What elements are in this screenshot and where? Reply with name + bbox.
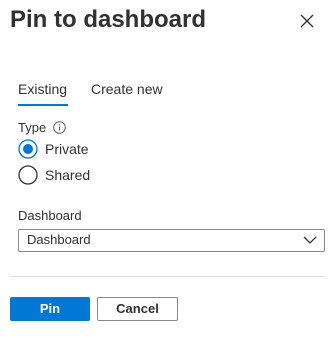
radio-private-label: Private xyxy=(45,141,89,157)
dashboard-select-value: Dashboard xyxy=(27,232,91,247)
radio-unselected-indicator xyxy=(18,165,38,185)
tab-existing[interactable]: Existing xyxy=(18,80,67,98)
pin-button[interactable]: Pin xyxy=(10,297,90,321)
footer-divider xyxy=(10,276,325,277)
tab-selected-indicator xyxy=(18,104,68,106)
close-icon xyxy=(300,14,314,28)
dashboard-select[interactable]: Dashboard xyxy=(18,229,325,252)
tab-create-new[interactable]: Create new xyxy=(91,80,163,98)
dashboard-label: Dashboard xyxy=(18,208,82,223)
cancel-button[interactable]: Cancel xyxy=(97,297,178,321)
radio-shared-label: Shared xyxy=(45,167,91,183)
close-button[interactable] xyxy=(294,8,320,34)
chevron-down-icon xyxy=(303,236,317,244)
type-label: Type xyxy=(18,120,47,135)
info-icon[interactable] xyxy=(53,121,66,134)
radio-selected-indicator xyxy=(18,139,38,159)
panel-title: Pin to dashboard xyxy=(10,6,207,33)
